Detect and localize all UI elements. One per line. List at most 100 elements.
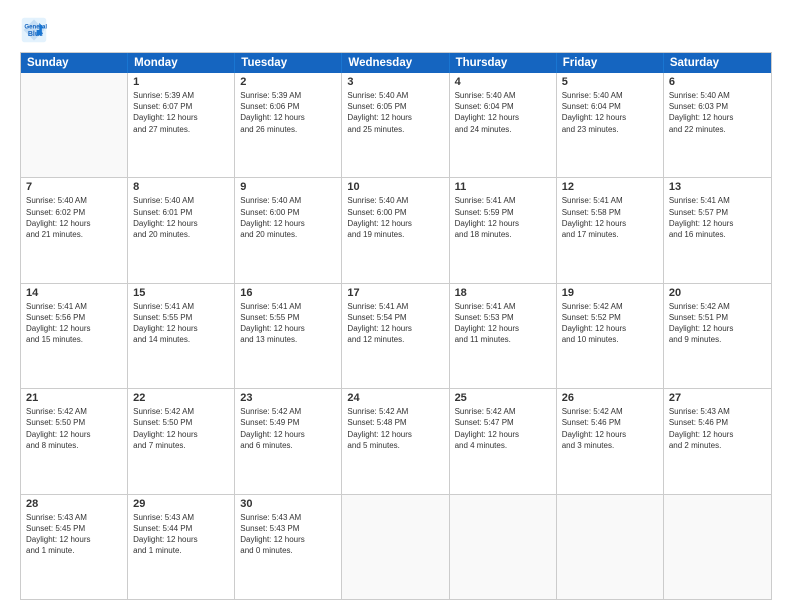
calendar-cell: 29 Sunrise: 5:43 AM Sunset: 5:44 PM Dayli…: [128, 495, 235, 599]
cell-info: Sunrise: 5:42 AM Sunset: 5:49 PM Dayligh…: [240, 406, 336, 451]
calendar-cell: 19 Sunrise: 5:42 AM Sunset: 5:52 PM Dayli…: [557, 284, 664, 388]
day-number: 25: [455, 392, 551, 404]
calendar-cell: 9 Sunrise: 5:40 AM Sunset: 6:00 PM Daylig…: [235, 178, 342, 282]
calendar-cell: 7 Sunrise: 5:40 AM Sunset: 6:02 PM Daylig…: [21, 178, 128, 282]
calendar: SundayMondayTuesdayWednesdayThursdayFrid…: [20, 52, 772, 600]
calendar-cell: 12 Sunrise: 5:41 AM Sunset: 5:58 PM Dayli…: [557, 178, 664, 282]
cell-info: Sunrise: 5:41 AM Sunset: 5:54 PM Dayligh…: [347, 301, 443, 346]
day-number: 12: [562, 181, 658, 193]
day-number: 19: [562, 287, 658, 299]
day-number: 20: [669, 287, 766, 299]
day-number: 22: [133, 392, 229, 404]
cell-info: Sunrise: 5:41 AM Sunset: 5:55 PM Dayligh…: [240, 301, 336, 346]
calendar-cell: 22Sunrise: 5:42 AM Sunset: 5:50 PM Dayli…: [128, 389, 235, 493]
calendar-row: 21 Sunrise: 5:42 AM Sunset: 5:50 PM Dayli…: [21, 389, 771, 494]
calendar-cell: 30Sunrise: 5:43 AM Sunset: 5:43 PM Dayli…: [235, 495, 342, 599]
day-number: 24: [347, 392, 443, 404]
logo: General Blue: [20, 16, 52, 44]
calendar-cell: 17 Sunrise: 5:41 AM Sunset: 5:54 PM Dayli…: [342, 284, 449, 388]
calendar-cell: 21 Sunrise: 5:42 AM Sunset: 5:50 PM Dayli…: [21, 389, 128, 493]
calendar-cell: 27 Sunrise: 5:43 AM Sunset: 5:46 PM Dayli…: [664, 389, 771, 493]
calendar-cell: 14 Sunrise: 5:41 AM Sunset: 5:56 PM Dayli…: [21, 284, 128, 388]
cell-info: Sunrise: 5:40 AM Sunset: 6:02 PM Dayligh…: [26, 195, 122, 240]
header: General Blue: [20, 16, 772, 44]
cell-info: Sunrise: 5:41 AM Sunset: 5:59 PM Dayligh…: [455, 195, 551, 240]
calendar-cell: [21, 73, 128, 177]
cell-info: Sunrise: 5:42 AM Sunset: 5:48 PM Dayligh…: [347, 406, 443, 451]
day-number: 29: [133, 498, 229, 510]
calendar-row: 28Sunrise: 5:43 AM Sunset: 5:45 PM Dayli…: [21, 495, 771, 599]
calendar-cell: 16 Sunrise: 5:41 AM Sunset: 5:55 PM Dayli…: [235, 284, 342, 388]
calendar-cell: 6 Sunrise: 5:40 AM Sunset: 6:03 PM Daylig…: [664, 73, 771, 177]
calendar-cell: [557, 495, 664, 599]
day-number: 9: [240, 181, 336, 193]
calendar-body: 1 Sunrise: 5:39 AM Sunset: 6:07 PM Daylig…: [21, 73, 771, 599]
calendar-header-cell: Thursday: [450, 53, 557, 73]
cell-info: Sunrise: 5:40 AM Sunset: 6:00 PM Dayligh…: [347, 195, 443, 240]
cell-info: Sunrise: 5:40 AM Sunset: 6:05 PM Dayligh…: [347, 90, 443, 135]
day-number: 4: [455, 76, 551, 88]
cell-info: Sunrise: 5:41 AM Sunset: 5:56 PM Dayligh…: [26, 301, 122, 346]
calendar-cell: 15Sunrise: 5:41 AM Sunset: 5:55 PM Dayli…: [128, 284, 235, 388]
calendar-cell: 2 Sunrise: 5:39 AM Sunset: 6:06 PM Daylig…: [235, 73, 342, 177]
day-number: 14: [26, 287, 122, 299]
calendar-header-cell: Friday: [557, 53, 664, 73]
calendar-cell: 8Sunrise: 5:40 AM Sunset: 6:01 PM Daylig…: [128, 178, 235, 282]
day-number: 18: [455, 287, 551, 299]
page: General Blue SundayMondayTuesdayWednesda…: [0, 0, 792, 612]
day-number: 1: [133, 76, 229, 88]
cell-info: Sunrise: 5:43 AM Sunset: 5:46 PM Dayligh…: [669, 406, 766, 451]
cell-info: Sunrise: 5:40 AM Sunset: 6:03 PM Dayligh…: [669, 90, 766, 135]
cell-info: Sunrise: 5:42 AM Sunset: 5:47 PM Dayligh…: [455, 406, 551, 451]
day-number: 11: [455, 181, 551, 193]
cell-info: Sunrise: 5:41 AM Sunset: 5:58 PM Dayligh…: [562, 195, 658, 240]
day-number: 10: [347, 181, 443, 193]
day-number: 2: [240, 76, 336, 88]
cell-info: Sunrise: 5:39 AM Sunset: 6:06 PM Dayligh…: [240, 90, 336, 135]
day-number: 16: [240, 287, 336, 299]
calendar-cell: 28Sunrise: 5:43 AM Sunset: 5:45 PM Dayli…: [21, 495, 128, 599]
day-number: 8: [133, 181, 229, 193]
day-number: 7: [26, 181, 122, 193]
calendar-cell: 25 Sunrise: 5:42 AM Sunset: 5:47 PM Dayli…: [450, 389, 557, 493]
calendar-header-cell: Sunday: [21, 53, 128, 73]
calendar-cell: 10 Sunrise: 5:40 AM Sunset: 6:00 PM Dayli…: [342, 178, 449, 282]
calendar-header-cell: Tuesday: [235, 53, 342, 73]
calendar-header-cell: Saturday: [664, 53, 771, 73]
cell-info: Sunrise: 5:42 AM Sunset: 5:52 PM Dayligh…: [562, 301, 658, 346]
day-number: 23: [240, 392, 336, 404]
day-number: 21: [26, 392, 122, 404]
calendar-cell: 5Sunrise: 5:40 AM Sunset: 6:04 PM Daylig…: [557, 73, 664, 177]
cell-info: Sunrise: 5:42 AM Sunset: 5:46 PM Dayligh…: [562, 406, 658, 451]
calendar-cell: [450, 495, 557, 599]
cell-info: Sunrise: 5:43 AM Sunset: 5:45 PM Dayligh…: [26, 512, 122, 557]
calendar-header-cell: Monday: [128, 53, 235, 73]
cell-info: Sunrise: 5:41 AM Sunset: 5:57 PM Dayligh…: [669, 195, 766, 240]
cell-info: Sunrise: 5:42 AM Sunset: 5:50 PM Dayligh…: [26, 406, 122, 451]
calendar-header-row: SundayMondayTuesdayWednesdayThursdayFrid…: [21, 53, 771, 73]
cell-info: Sunrise: 5:40 AM Sunset: 6:00 PM Dayligh…: [240, 195, 336, 240]
calendar-cell: 4Sunrise: 5:40 AM Sunset: 6:04 PM Daylig…: [450, 73, 557, 177]
svg-text:General: General: [24, 23, 47, 30]
day-number: 30: [240, 498, 336, 510]
calendar-cell: 24 Sunrise: 5:42 AM Sunset: 5:48 PM Dayli…: [342, 389, 449, 493]
day-number: 27: [669, 392, 766, 404]
day-number: 3: [347, 76, 443, 88]
calendar-cell: 23 Sunrise: 5:42 AM Sunset: 5:49 PM Dayli…: [235, 389, 342, 493]
day-number: 26: [562, 392, 658, 404]
calendar-cell: 20Sunrise: 5:42 AM Sunset: 5:51 PM Dayli…: [664, 284, 771, 388]
calendar-cell: 3 Sunrise: 5:40 AM Sunset: 6:05 PM Daylig…: [342, 73, 449, 177]
day-number: 15: [133, 287, 229, 299]
cell-info: Sunrise: 5:39 AM Sunset: 6:07 PM Dayligh…: [133, 90, 229, 135]
day-number: 6: [669, 76, 766, 88]
calendar-cell: 13Sunrise: 5:41 AM Sunset: 5:57 PM Dayli…: [664, 178, 771, 282]
cell-info: Sunrise: 5:43 AM Sunset: 5:44 PM Dayligh…: [133, 512, 229, 557]
calendar-cell: 18 Sunrise: 5:41 AM Sunset: 5:53 PM Dayli…: [450, 284, 557, 388]
day-number: 17: [347, 287, 443, 299]
calendar-cell: [342, 495, 449, 599]
calendar-cell: 26 Sunrise: 5:42 AM Sunset: 5:46 PM Dayli…: [557, 389, 664, 493]
calendar-cell: 11 Sunrise: 5:41 AM Sunset: 5:59 PM Dayli…: [450, 178, 557, 282]
calendar-row: 1 Sunrise: 5:39 AM Sunset: 6:07 PM Daylig…: [21, 73, 771, 178]
cell-info: Sunrise: 5:41 AM Sunset: 5:53 PM Dayligh…: [455, 301, 551, 346]
calendar-cell: 1 Sunrise: 5:39 AM Sunset: 6:07 PM Daylig…: [128, 73, 235, 177]
